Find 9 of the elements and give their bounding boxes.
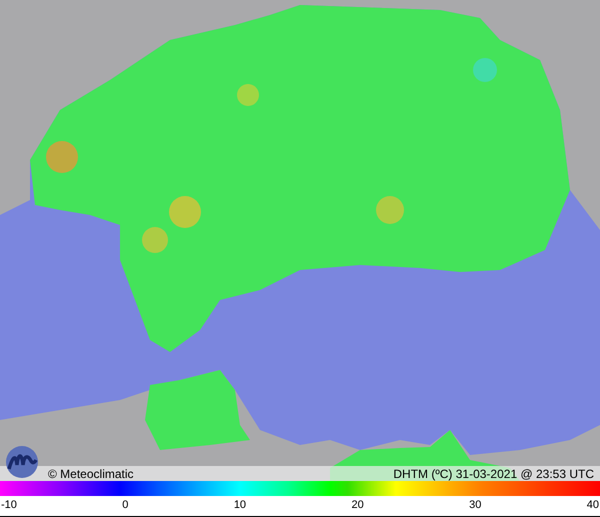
scale-tick-label: 20 (351, 499, 364, 511)
scale-tick-label: 0 (122, 499, 128, 511)
credit-text: © Meteoclimatic (48, 466, 134, 480)
scale-tick-label: 30 (469, 499, 482, 511)
logo-icon (5, 445, 39, 479)
scale-tick-label: 40 (586, 499, 599, 511)
map-caption: DHTM (ºC) 31-03-2021 @ 23:53 UTC (393, 466, 594, 480)
scale-tick-label: 10 (234, 499, 246, 511)
scale-tick-label: -10 (1, 499, 17, 511)
